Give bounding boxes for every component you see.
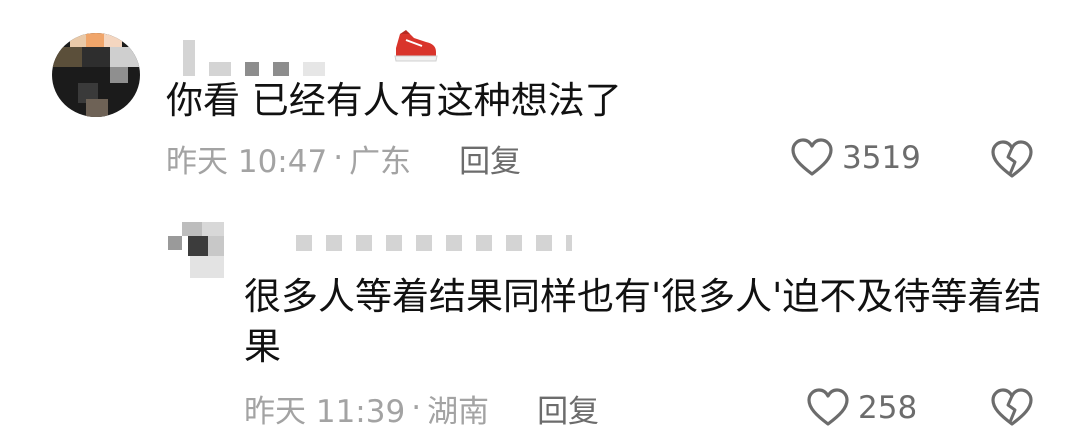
avatar[interactable] xyxy=(168,222,224,278)
comment-meta: 昨天 11:39 · 湖南 回复 xyxy=(244,386,599,430)
comment-meta: 昨天 10:47 · 广东 回复 xyxy=(166,136,521,180)
like-count: 3519 xyxy=(842,140,921,176)
comment-time: 昨天 11:39 xyxy=(244,393,406,430)
comment-location: 湖南 xyxy=(427,393,490,430)
like-count: 258 xyxy=(858,390,918,426)
username-redacted[interactable] xyxy=(183,36,325,76)
red-sneaker-icon xyxy=(394,30,438,62)
avatar[interactable] xyxy=(52,33,140,117)
comment-location: 广东 xyxy=(349,143,412,180)
broken-heart-icon[interactable] xyxy=(990,140,1034,180)
comment-text: 你看 已经有人有这种想法了 xyxy=(166,79,622,122)
heart-outline-icon xyxy=(807,388,849,426)
broken-heart-icon[interactable] xyxy=(990,388,1034,428)
like-button[interactable]: 3519 xyxy=(790,138,921,178)
comment-time: 昨天 10:47 xyxy=(166,143,328,180)
reply-button[interactable]: 回复 xyxy=(537,386,599,430)
meta-separator: · xyxy=(411,390,422,426)
comment-text: 很多人等着结果同样也有'很多人'迫不及待等着结果 xyxy=(244,275,1042,368)
heart-outline-icon xyxy=(791,138,833,176)
comment-thread: 你看 已经有人有这种想法了 昨天 10:47 · 广东 回复 3519 很多人等… xyxy=(0,0,1080,430)
reply-button[interactable]: 回复 xyxy=(459,136,521,181)
like-button[interactable]: 258 xyxy=(806,388,917,428)
username-redacted[interactable] xyxy=(296,233,572,253)
meta-separator: · xyxy=(333,140,344,176)
